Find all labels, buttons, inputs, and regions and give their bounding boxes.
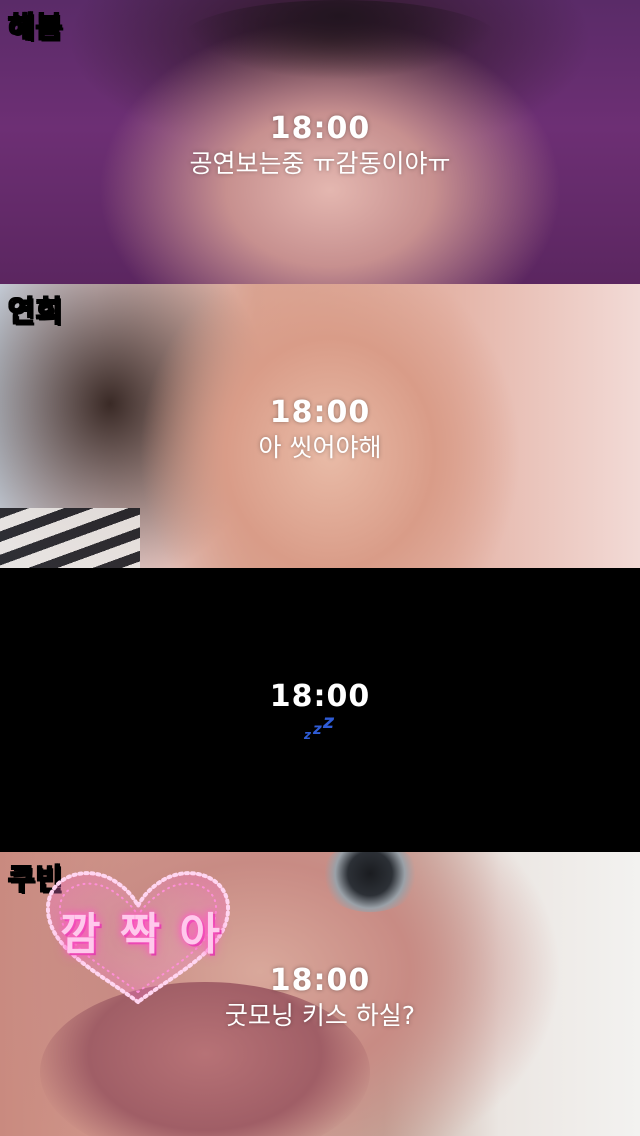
caption: 18:00 z z z <box>0 680 640 754</box>
hair-shadow <box>180 0 500 80</box>
video-panel-yeonhee: 연희 18:00 아 씻어야해 <box>0 284 640 568</box>
member-name: 연희 <box>7 293 64 329</box>
message-label: 공연보는중 ㅠ감동이야ㅠ <box>189 149 451 178</box>
time-label: 18:00 <box>269 395 371 430</box>
time-label: 18:00 <box>269 679 371 714</box>
sticker-text: 깜 짝 아 <box>59 909 223 960</box>
sleeping-zzz-icon: z z z <box>304 711 335 742</box>
time-label: 18:00 <box>269 111 371 146</box>
message-label: 아 씻어야해 <box>258 433 382 462</box>
caption: 18:00 아 씻어야해 <box>0 396 640 466</box>
video-panel-yuhu: 유후 18:00 z z z <box>0 568 640 852</box>
member-name: 유후 <box>7 577 64 613</box>
surprise-sticker: 깜 짝 아 <box>38 860 238 1010</box>
member-name: 해봄 <box>7 9 64 45</box>
video-panel-haebom: 해봄 18:00 공연보는중 ㅠ감동이야ㅠ <box>0 0 640 284</box>
eye <box>320 852 420 912</box>
caption: 18:00 공연보는중 ㅠ감동이야ㅠ <box>0 112 640 182</box>
